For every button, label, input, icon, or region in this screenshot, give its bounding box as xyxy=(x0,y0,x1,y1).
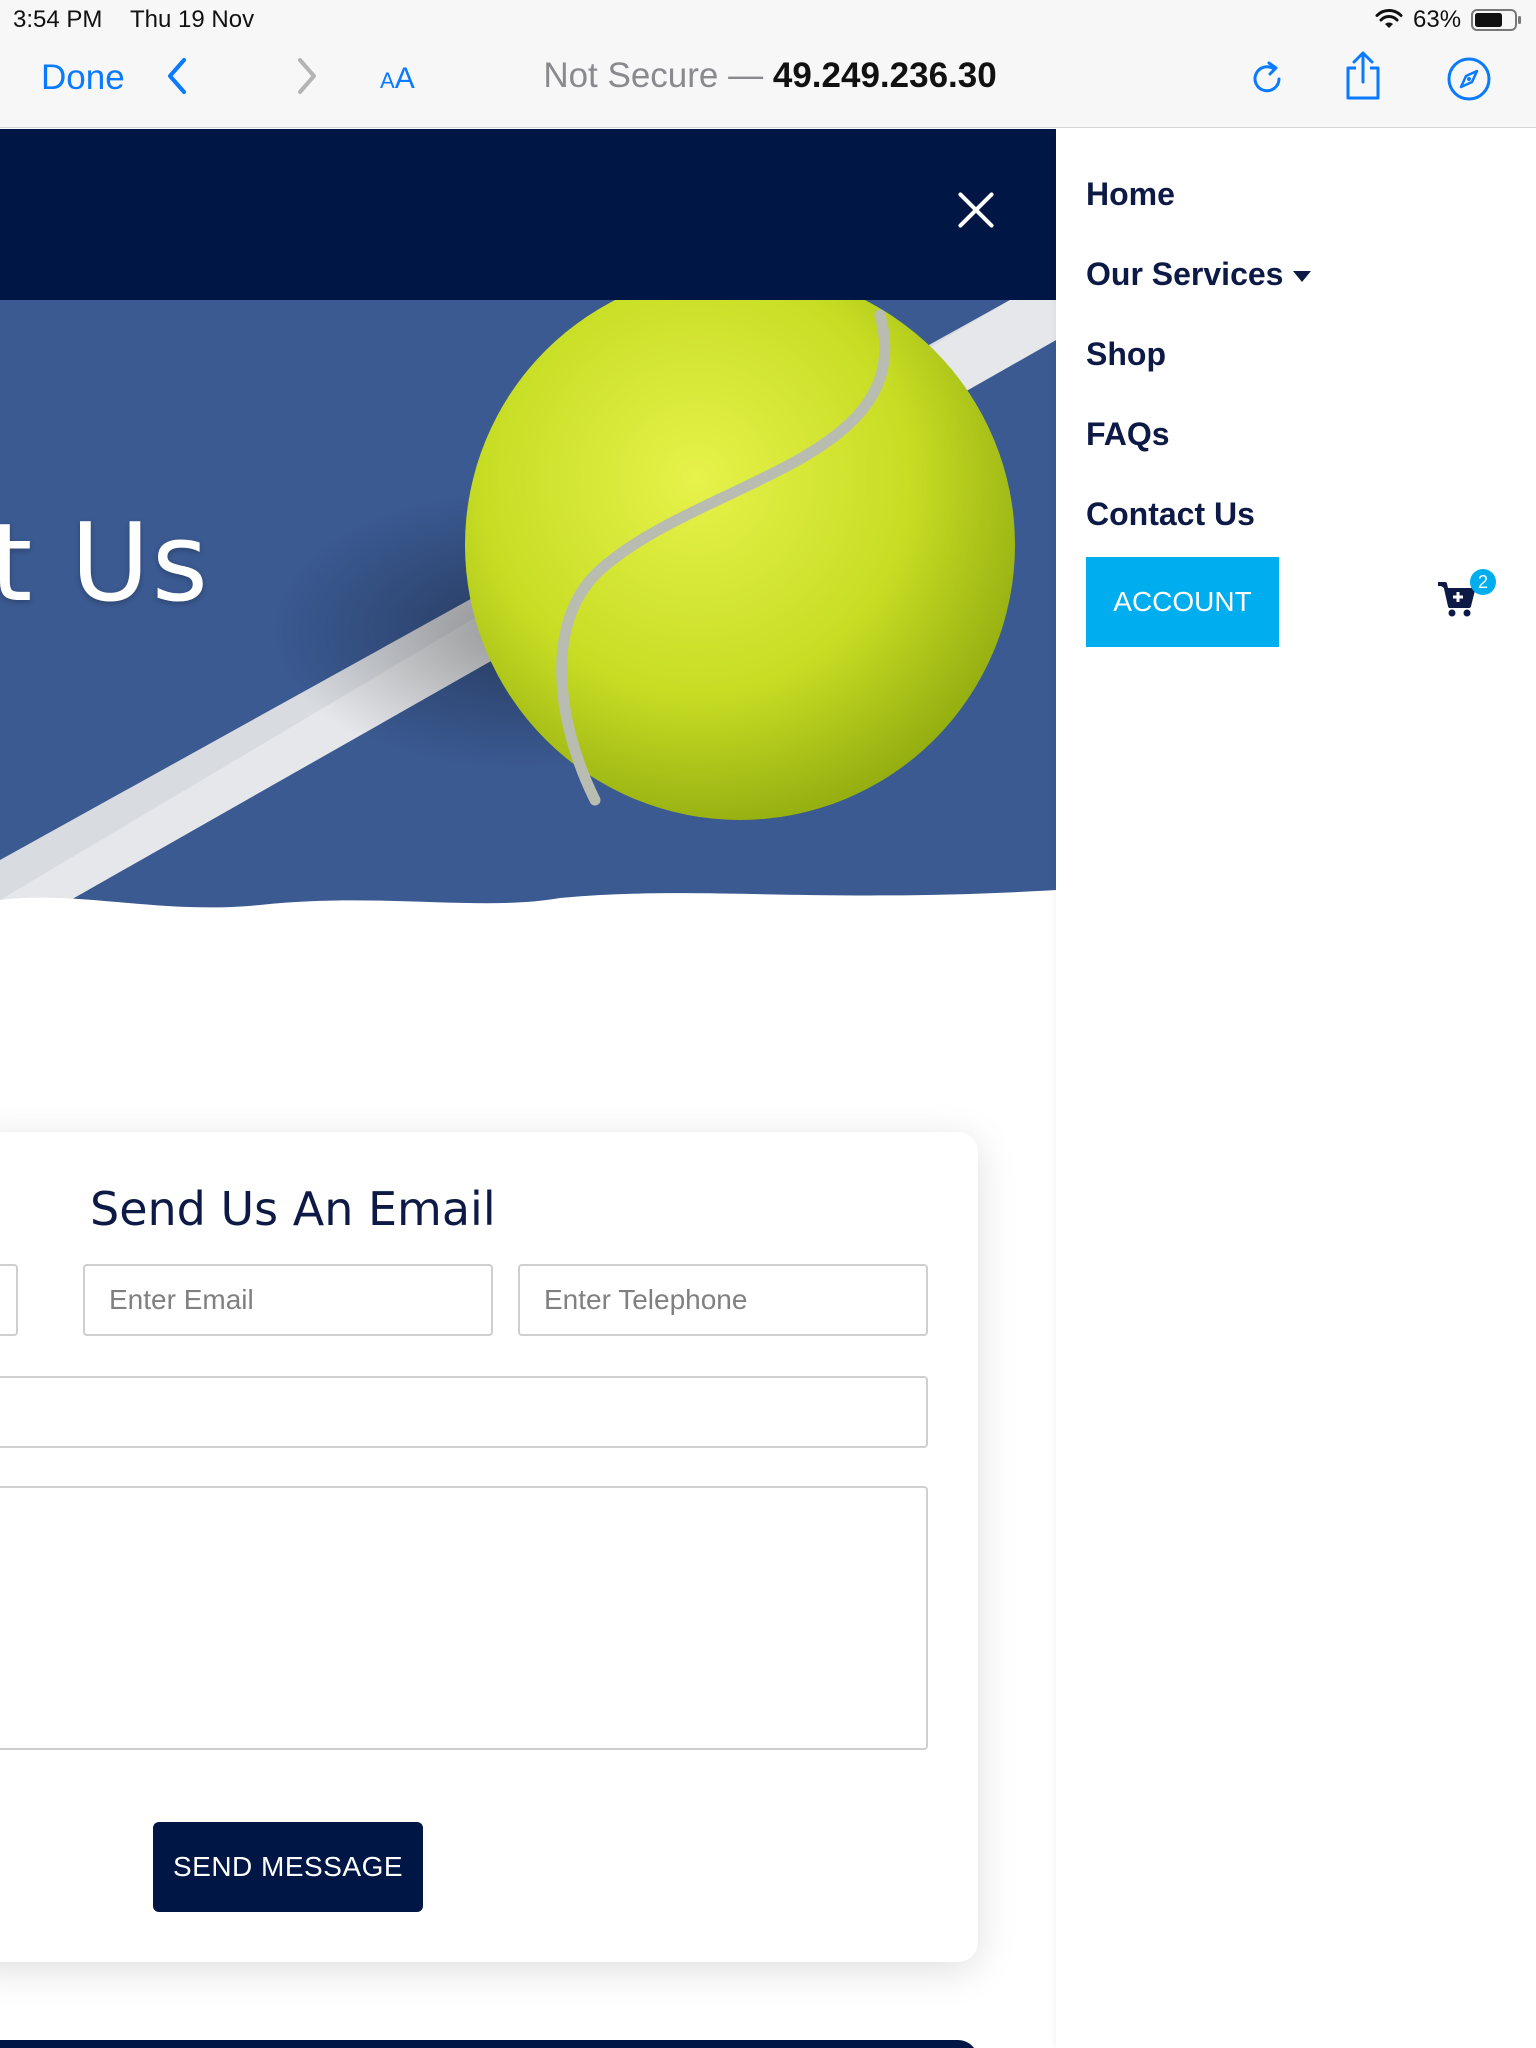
send-message-button[interactable]: SEND MESSAGE xyxy=(153,1822,423,1912)
status-time: 3:54 PM xyxy=(13,6,103,33)
nav-item-shop[interactable]: Shop xyxy=(1086,336,1166,373)
telephone-field[interactable] xyxy=(518,1264,928,1336)
header-bar xyxy=(0,129,1056,300)
status-date: Thu 19 Nov xyxy=(130,6,255,33)
battery-icon xyxy=(1471,9,1521,31)
chevron-left-icon[interactable] xyxy=(162,54,192,98)
wifi-icon xyxy=(1375,9,1403,28)
address-bar[interactable]: Not Secure — 49.249.236.30 xyxy=(440,56,1100,96)
side-menu: Home Our Services Shop FAQs Contact Us A… xyxy=(1056,129,1536,2048)
done-button[interactable]: Done xyxy=(41,58,125,98)
web-page: t Us Send Us An Email SEND MESSAGE Home … xyxy=(0,129,1536,2048)
message-field[interactable] xyxy=(0,1486,928,1750)
nav-item-contact-us[interactable]: Contact Us xyxy=(1086,496,1255,533)
contact-form-card: Send Us An Email SEND MESSAGE xyxy=(0,1132,978,1962)
reload-icon[interactable] xyxy=(1248,57,1286,99)
nav-item-label: Our Services xyxy=(1086,256,1284,292)
battery-percent: 63% xyxy=(1413,6,1462,33)
address-security: Not Secure — xyxy=(543,56,764,95)
account-button[interactable]: ACCOUNT xyxy=(1086,557,1279,647)
address-host: 49.249.236.30 xyxy=(772,56,997,95)
email-field[interactable] xyxy=(83,1264,493,1336)
aa-large: A xyxy=(394,62,415,95)
hero-title: t Us xyxy=(0,501,210,626)
name-field[interactable] xyxy=(0,1264,18,1336)
status-bar: 3:54 PM Thu 19 Nov 63% xyxy=(0,0,1536,38)
subject-field[interactable] xyxy=(0,1376,928,1448)
caret-down-icon xyxy=(1293,271,1312,283)
text-size-button[interactable]: AA xyxy=(380,62,415,96)
compass-icon[interactable] xyxy=(1446,56,1492,102)
chevron-right-icon[interactable] xyxy=(292,54,322,98)
close-icon[interactable] xyxy=(955,189,997,231)
nav-item-faqs[interactable]: FAQs xyxy=(1086,416,1170,453)
nav-item-our-services[interactable]: Our Services xyxy=(1086,256,1312,293)
aa-small: A xyxy=(380,68,395,93)
footer-strip xyxy=(0,2040,978,2048)
cart-count-badge: 2 xyxy=(1470,569,1496,595)
form-title: Send Us An Email xyxy=(90,1182,496,1236)
nav-item-home[interactable]: Home xyxy=(1086,176,1175,213)
browser-toolbar: Done AA Not Secure — 49.249.236.30 xyxy=(0,38,1536,128)
share-icon[interactable] xyxy=(1342,50,1384,102)
